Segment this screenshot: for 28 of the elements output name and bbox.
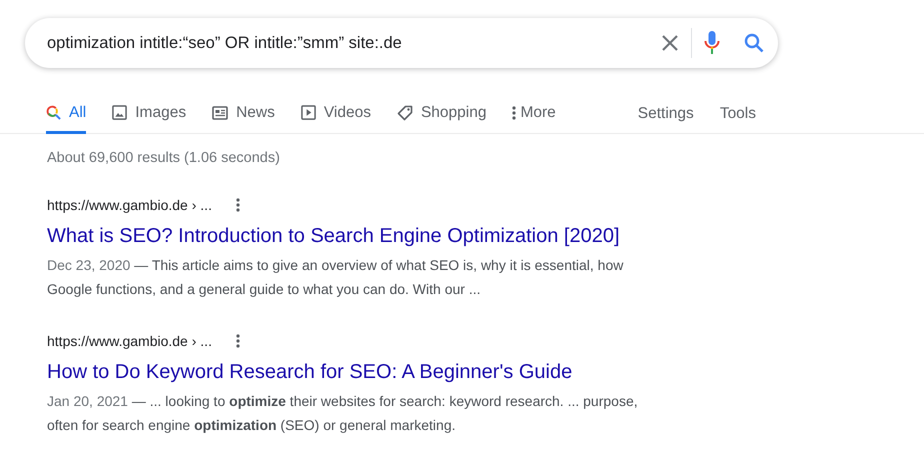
more-options-icon[interactable] [236, 334, 240, 348]
tab[interactable]: Videos [300, 98, 371, 134]
result-url: https://www.gambio.de › ... [47, 196, 212, 215]
more-icon [512, 106, 516, 120]
tab[interactable]: All [46, 98, 86, 134]
results-count: About 69,600 results (1.06 seconds) [47, 149, 281, 168]
tag-icon [396, 104, 413, 120]
result-title-link[interactable]: What is SEO? Introduction to Search Engine Optimization [2020] [47, 220, 620, 251]
tab[interactable]: Images [112, 98, 186, 134]
result-title-link[interactable]: How to Do Keyword Research for SEO: A Beginner's Guide [47, 356, 572, 387]
search-icon[interactable] [744, 33, 764, 53]
tools-link[interactable]: Tools [720, 98, 756, 126]
tab[interactable]: More [512, 98, 556, 134]
search-input[interactable]: optimization intitle:“seo” OR intitle:”smm” site:.de [47, 30, 661, 56]
more-options-icon[interactable] [236, 198, 240, 212]
tab[interactable]: News [212, 98, 275, 134]
tab[interactable]: Shopping [396, 98, 486, 134]
result-url: https://www.gambio.de › ... [47, 332, 212, 351]
image-icon [112, 105, 128, 120]
result-snippet: Dec 23, 2020 — This article aims to give an overview of what SEO is, why it is essential, how Google functions, and a general guide to what you can do. With our ... [47, 256, 624, 299]
close-icon[interactable] [661, 34, 679, 52]
newspaper-icon [212, 106, 228, 120]
search-icon [46, 105, 61, 120]
play-icon [300, 105, 316, 120]
microphone-icon[interactable] [704, 31, 720, 55]
result-snippet: Jan 20, 2021 — ... looking to optimize their websites for search: keyword research. ... purpose, often for search engine optimization (SEO) or general marketing. [47, 392, 639, 435]
settings-link[interactable]: Settings [638, 98, 694, 126]
search-box[interactable]: optimization intitle:“seo” OR intitle:”smm” site:.de [25, 18, 778, 68]
